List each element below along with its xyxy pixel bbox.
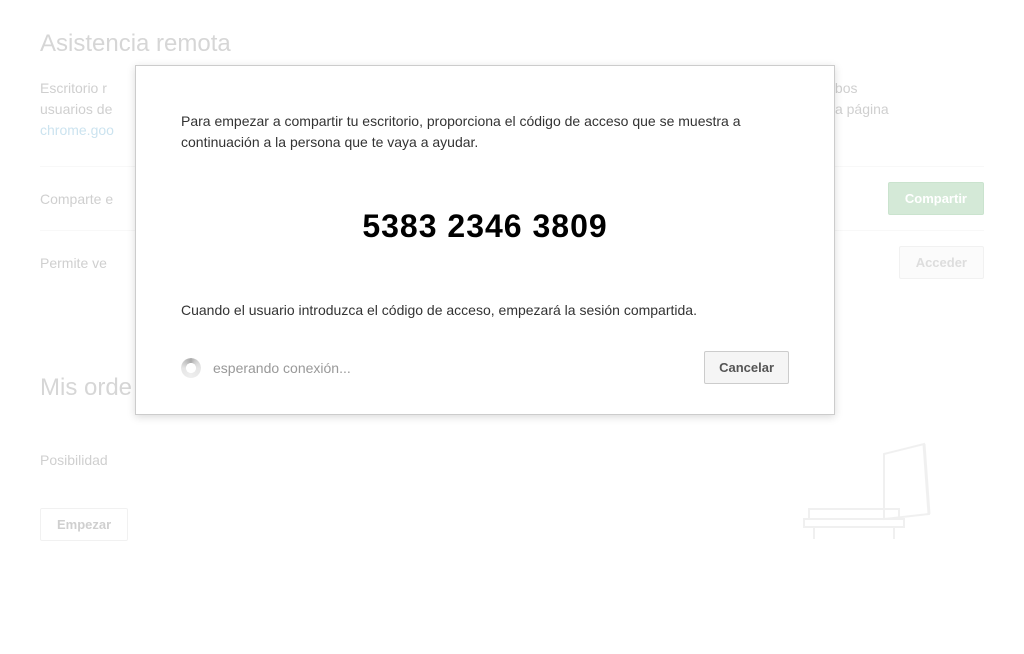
dialog-instruction: Para empezar a compartir tu escritorio, … bbox=[181, 111, 789, 153]
loading-spinner-icon bbox=[181, 358, 201, 378]
status-text: esperando conexión... bbox=[213, 360, 351, 376]
access-code-dialog: Para empezar a compartir tu escritorio, … bbox=[135, 65, 835, 415]
cancel-button[interactable]: Cancelar bbox=[704, 351, 789, 384]
connection-status: esperando conexión... bbox=[181, 358, 351, 378]
dialog-footer: esperando conexión... Cancelar bbox=[181, 351, 789, 384]
access-code-display: 5383 2346 3809 bbox=[181, 208, 789, 245]
dialog-info: Cuando el usuario introduzca el código d… bbox=[181, 300, 789, 321]
modal-overlay: Para empezar a compartir tu escritorio, … bbox=[0, 0, 1024, 654]
